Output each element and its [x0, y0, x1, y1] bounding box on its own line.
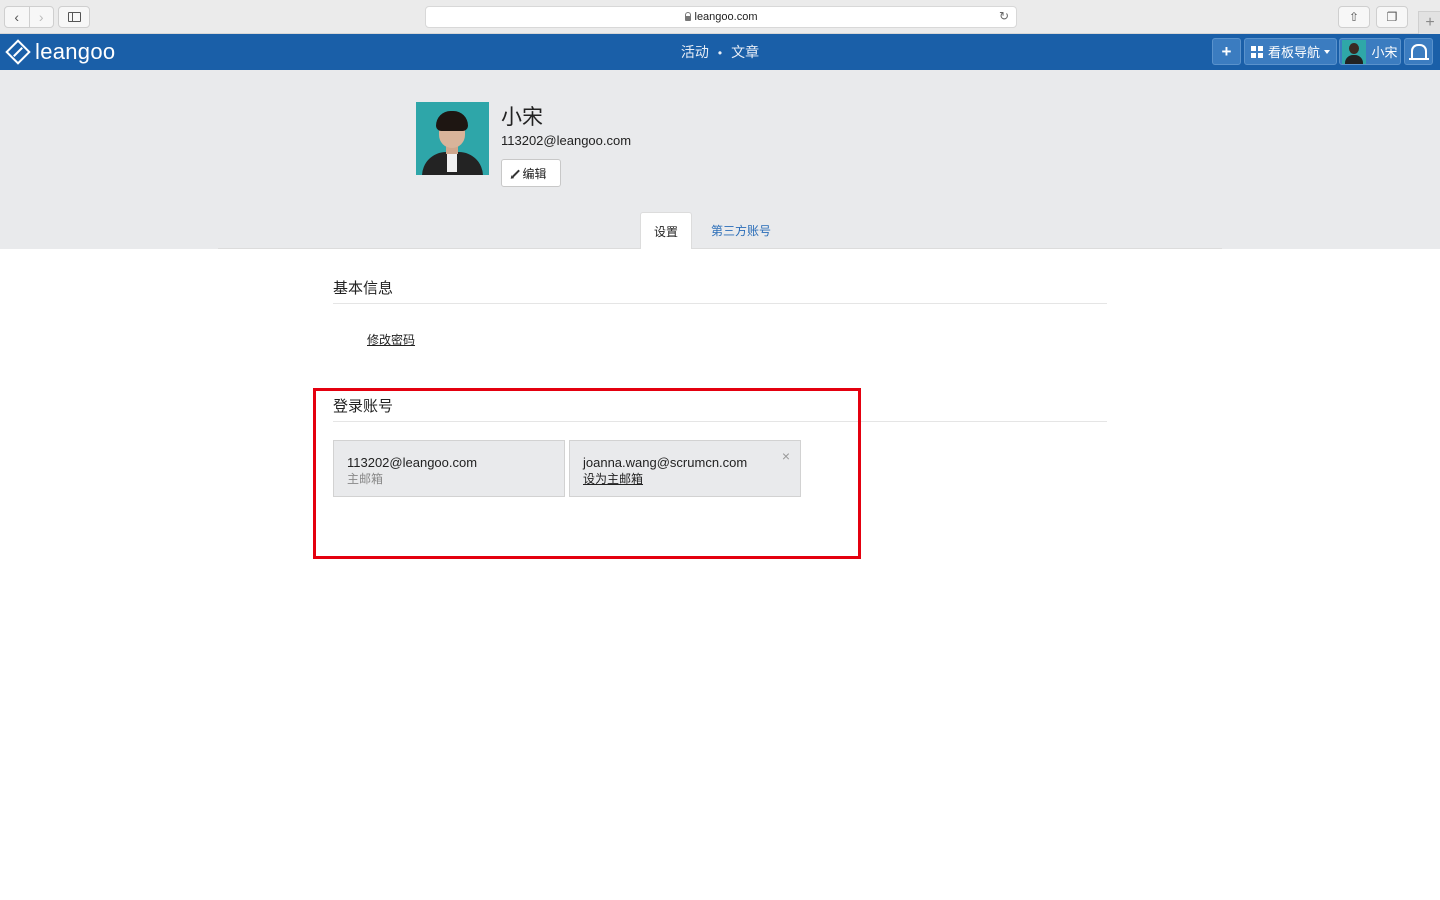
address-bar[interactable]: leangoo.com ↻: [425, 6, 1017, 28]
sidebar-icon[interactable]: [58, 6, 90, 28]
edit-profile-button[interactable]: 编辑: [501, 159, 561, 187]
board-nav-label: 看板导航: [1267, 45, 1320, 60]
browser-toolbar: ‹ › leangoo.com ↻ ⇧ ❐ +: [0, 0, 1440, 34]
app-header: leangoo 活动 • 文章 + 看板导航 小宋: [0, 34, 1440, 70]
nav-articles[interactable]: 文章: [731, 44, 759, 60]
tab-third-party-accounts[interactable]: 第三方账号: [700, 212, 782, 248]
profile-email: 113202@leangoo.com: [501, 133, 632, 148]
share-icon[interactable]: ⇧: [1338, 6, 1370, 28]
back-icon[interactable]: ‹: [5, 7, 29, 27]
forward-icon[interactable]: ›: [28, 7, 54, 27]
profile-name: 小宋: [501, 106, 543, 129]
new-tab-icon[interactable]: +: [1418, 11, 1440, 34]
board-nav-button[interactable]: 看板导航: [1244, 38, 1337, 65]
add-button[interactable]: +: [1212, 38, 1241, 65]
reload-icon[interactable]: ↻: [999, 9, 1009, 23]
edit-label: 编辑: [522, 166, 547, 181]
lock-icon: [684, 11, 691, 21]
nav-separator: •: [717, 46, 723, 60]
profile-avatar: [416, 102, 489, 175]
pencil-icon: [512, 169, 521, 177]
tabs-divider: [218, 248, 1222, 249]
user-name: 小宋: [1371, 45, 1398, 60]
bell-icon: [1408, 43, 1429, 60]
tab-settings[interactable]: 设置: [640, 212, 692, 249]
board-grid-icon: [1250, 45, 1263, 58]
change-password-link[interactable]: 修改密码: [367, 331, 415, 348]
url-text: leangoo.com: [694, 11, 758, 23]
avatar: [1342, 39, 1367, 64]
highlight-box: [313, 388, 861, 559]
chevron-down-icon: [1324, 49, 1330, 54]
basic-info-title: 基本信息: [333, 280, 394, 297]
user-menu-button[interactable]: 小宋: [1339, 38, 1401, 65]
tabs-icon[interactable]: ❐: [1376, 6, 1408, 28]
notifications-button[interactable]: [1404, 38, 1433, 65]
nav-activity[interactable]: 活动: [681, 44, 709, 60]
basic-info-divider: [333, 303, 1107, 304]
history-buttons: ‹ ›: [4, 6, 54, 28]
